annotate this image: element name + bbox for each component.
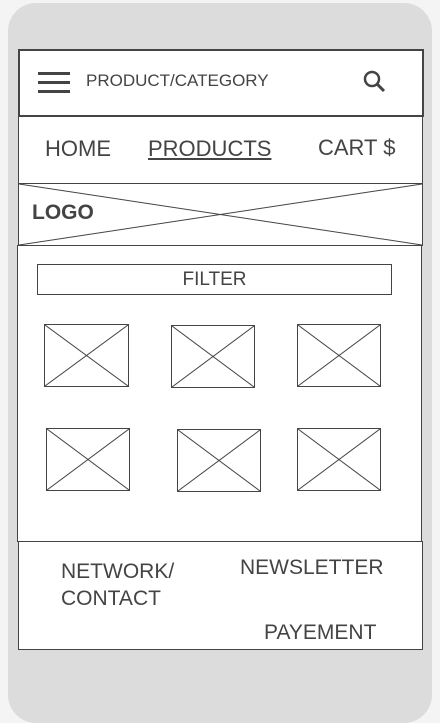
product-area: FILTER — [17, 245, 422, 542]
footer-newsletter[interactable]: NEWSLETTER — [240, 557, 384, 578]
hamburger-icon[interactable] — [38, 72, 70, 94]
search-icon[interactable] — [362, 69, 388, 95]
filter-button[interactable]: FILTER — [37, 264, 392, 295]
nav-home[interactable]: HOME — [45, 138, 111, 160]
logo[interactable]: LOGO — [32, 202, 94, 223]
product-image[interactable] — [297, 428, 381, 491]
footer-network[interactable]: NETWORK/ — [61, 561, 174, 582]
logo-banner: LOGO — [18, 183, 423, 246]
nav-cart[interactable]: CART $ — [318, 137, 395, 159]
page-title: PRODUCT/CATEGORY — [86, 71, 269, 90]
footer: NETWORK/ CONTACT NEWSLETTER PAYEMENT — [18, 541, 423, 650]
product-image[interactable] — [177, 429, 261, 492]
nav-products[interactable]: PRODUCTS — [148, 138, 271, 160]
product-image[interactable] — [44, 324, 129, 387]
product-image[interactable] — [297, 324, 381, 387]
product-image[interactable] — [171, 325, 255, 388]
product-image[interactable] — [46, 428, 130, 491]
header-bar: PRODUCT/CATEGORY — [18, 49, 424, 117]
nav-bar: HOME PRODUCTS CART $ — [18, 116, 423, 184]
footer-contact[interactable]: CONTACT — [61, 588, 161, 609]
footer-payment[interactable]: PAYEMENT — [264, 622, 376, 643]
